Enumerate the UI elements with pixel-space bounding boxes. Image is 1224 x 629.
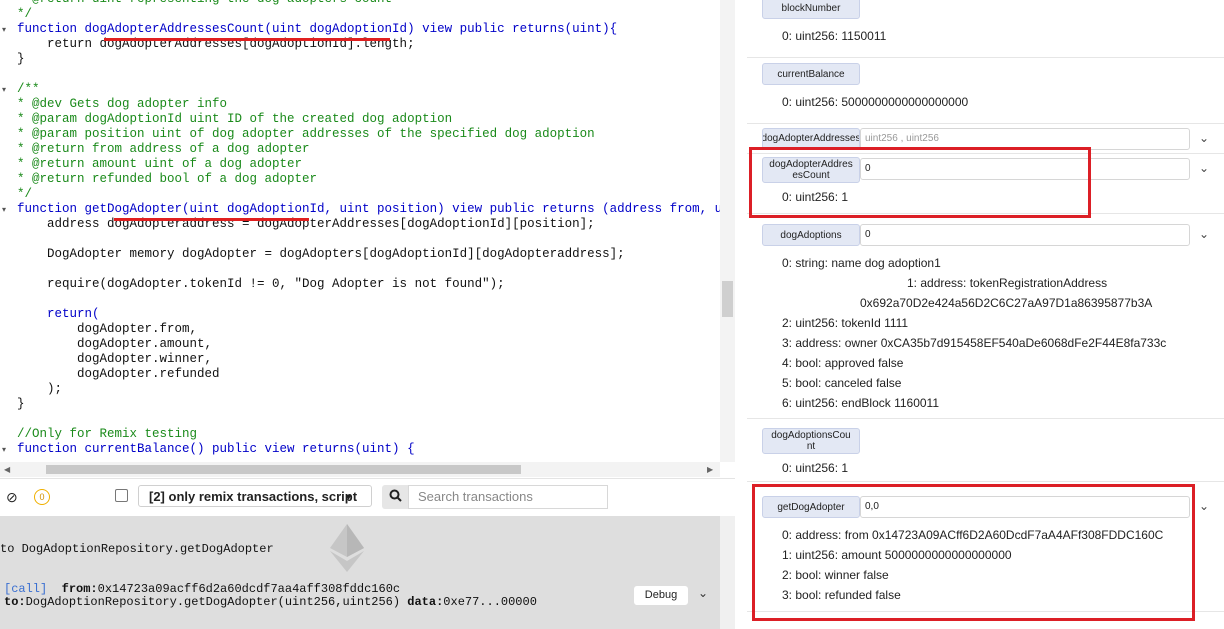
chevron-down-icon[interactable]: ⌄ [1199,499,1209,513]
search-transactions-input[interactable]: Search transactions [408,485,608,509]
function-blockNumber: blockNumber 0: uint256: 1150011 [747,0,1224,58]
code-line[interactable]: /** [17,82,40,97]
code-line[interactable]: DogAdopter memory dogAdopter = dogAdopte… [17,247,625,262]
fold-arrow-icon[interactable]: ▾ [2,442,12,457]
from-label: from: [61,582,98,596]
button-label: blockNumber [781,2,841,14]
call-badge: [call] [4,582,48,596]
code-line[interactable]: } [17,52,25,67]
scroll-left-icon[interactable]: ◀ [4,465,10,474]
scroll-thumb[interactable] [46,465,521,474]
log-entry-call: [call] from:0x14723a09acff6d2a60dcdf7aa4… [4,582,400,596]
scroll-thumb[interactable] [722,281,733,317]
deployed-contract-panel: blockNumber 0: uint256: 1150011 currentB… [735,0,1224,629]
code-line[interactable]: function getDogAdopter(uint dogAdoptionI… [17,202,720,217]
code-line[interactable]: * @return uint representing the dog adop… [17,0,392,7]
button-label: currentBalance [777,68,845,80]
log-entry-title: to DogAdoptionRepository.getDogAdopter [0,542,274,556]
to-label: to: [4,595,26,609]
pending-transactions-badge: 0 [34,489,50,505]
code-line[interactable]: */ [17,187,32,202]
listen-network-checkbox[interactable] [115,489,128,502]
code-line[interactable]: return( [17,307,100,322]
chevron-down-icon[interactable]: ⌄ [698,586,708,600]
chevron-down-icon[interactable]: ⌄ [1199,131,1209,145]
blockNumber-output: 0: uint256: 1150011 [782,29,887,43]
code-line[interactable]: dogAdopter.refunded [17,367,220,382]
code-line[interactable]: dogAdopter.winner, [17,352,212,367]
blockNumber-button[interactable]: blockNumber [762,0,860,19]
fold-arrow-icon[interactable]: ▾ [2,22,12,37]
dogAdoptionsCount-button[interactable]: dogAdoptionsCount [762,428,860,454]
dogAdoptions-output-1: 1: address: tokenRegistrationAddress [907,276,1108,290]
to-value: DogAdoptionRepository.getDogAdopter(uint… [25,595,401,609]
fold-arrow-icon[interactable]: ▾ [2,82,12,97]
code-line[interactable]: require(dogAdopter.tokenId != 0, "Dog Ad… [17,277,505,292]
dogAdopterAddresses-button[interactable]: dogAdopterAddresses [762,128,860,149]
code-line[interactable]: * @param dogAdoptionId uint ID of the cr… [17,112,452,127]
highlight-box [752,484,1195,621]
code-line[interactable]: * @return from address of a dog adopter [17,142,310,157]
data-label: data: [407,595,444,609]
horizontal-scrollbar[interactable]: ◀ ▶ [0,462,720,477]
button-label: dogAdoptions [780,229,842,241]
fold-arrow-icon[interactable]: ▾ [2,202,12,217]
dogAdoptions-output-5: 5: bool: canceled false [782,376,902,390]
log-entry-to: to:DogAdoptionRepository.getDogAdopter(u… [4,595,537,609]
from-value: 0x14723a09acff6d2a60dcdf7aa4aff308fddc16… [97,582,401,596]
code-line[interactable]: //Only for Remix testing [17,427,197,442]
terminal-log[interactable]: to DogAdoptionRepository.getDogAdopter [… [0,516,720,629]
highlight-underline [104,38,390,41]
vertical-scrollbar[interactable] [720,0,735,462]
log-scrollbar[interactable] [720,516,735,629]
code-line[interactable]: function dogAdopterAddressesCount(uint d… [17,22,617,37]
code-line[interactable]: dogAdopter.amount, [17,337,212,352]
caret-down-icon: ▼ [344,492,353,502]
scroll-right-icon[interactable]: ▶ [707,465,713,474]
code-line[interactable]: * @param position uint of dog adopter ad… [17,127,595,142]
code-line[interactable]: function currentBalance() public view re… [17,442,415,457]
dogAdoptions-output-0: 0: string: name dog adoption1 [782,256,941,270]
dogAdoptions-input[interactable]: 0 [860,224,1190,246]
code-line[interactable]: ); [17,382,62,397]
currentBalance-button[interactable]: currentBalance [762,63,860,85]
highlight-box [749,147,1091,218]
code-lines[interactable]: * @return uint representing the dog adop… [0,0,720,462]
button-label: dogAdopterAddresses [762,133,860,144]
function-dogAdoptions: dogAdoptions 0 ⌄ 0: string: name dog ado… [747,213,1224,419]
dogAdoptions-button[interactable]: dogAdoptions [762,224,860,246]
function-currentBalance: currentBalance 0: uint256: 5000000000000… [747,57,1224,124]
function-dogAdoptionsCount: dogAdoptionsCount 0: uint256: 1 [747,418,1224,482]
button-label: dogAdoptionsCount [771,430,851,452]
code-editor[interactable]: * @return uint representing the dog adop… [0,0,735,478]
terminal-toolbar: ⊘ 0 [2] only remix transactions, script … [0,478,735,517]
data-value: 0xe77...00000 [443,595,537,609]
dogAdoptions-output-4: 4: bool: approved false [782,356,904,370]
transaction-filter-select[interactable]: [2] only remix transactions, script ▼ [138,485,372,507]
code-line[interactable]: */ [17,7,32,22]
highlight-underline [114,218,309,221]
search-icon[interactable] [382,485,408,509]
ethereum-logo-icon [330,524,364,572]
dogAdoptions-output-6: 6: uint256: endBlock 1160011 [782,396,940,410]
dogAdoptions-output-3: 3: address: owner 0xCA35b7d915458EF540aD… [782,336,1167,350]
code-line[interactable]: * @return amount uint of a dog adopter [17,157,302,172]
code-line[interactable]: dogAdopter.from, [17,322,197,337]
debug-button[interactable]: Debug [634,586,688,605]
filter-label: [2] only remix transactions, script [149,489,358,504]
code-line[interactable]: * @dev Gets dog adopter info [17,97,227,112]
clear-console-icon[interactable]: ⊘ [6,489,18,506]
currentBalance-output: 0: uint256: 5000000000000000000 [782,95,969,109]
code-line[interactable]: * @return refunded bool of a dog adopter [17,172,317,187]
chevron-down-icon[interactable]: ⌄ [1199,227,1209,241]
code-line[interactable]: } [17,397,25,412]
dogAdoptions-output-2: 2: uint256: tokenId 1111 [782,316,909,330]
dogAdoptions-output-1-value: 0x692a70D2e424a56D2C6C27aA97D1a86395877b… [860,296,1153,310]
dogAdoptionsCount-output: 0: uint256: 1 [782,461,849,475]
chevron-down-icon[interactable]: ⌄ [1199,161,1209,175]
